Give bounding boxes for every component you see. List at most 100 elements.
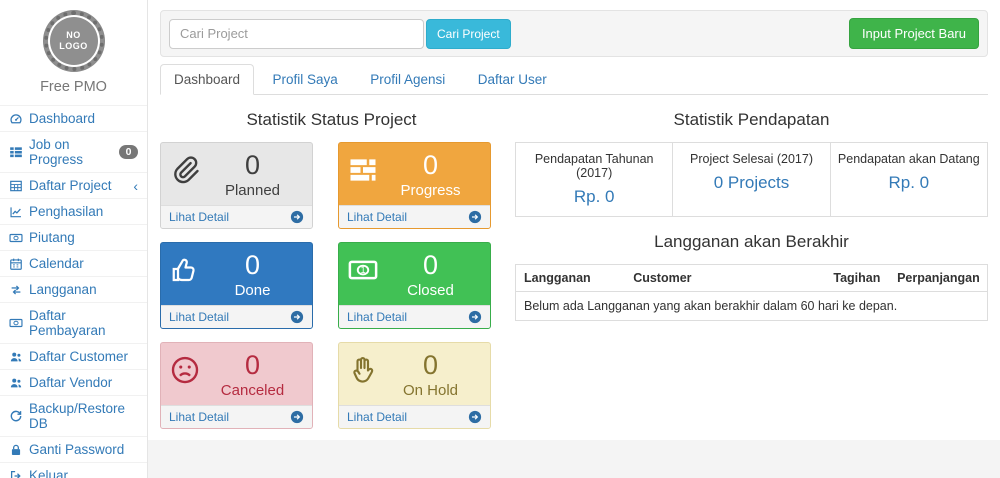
income-stats-table: Pendapatan Tahunan (2017) Rp. 0 Project … (515, 142, 988, 217)
planned-label: Planned (202, 182, 303, 199)
canceled-label: Canceled (202, 382, 303, 399)
sidebar-item-job-on-progress[interactable]: Job on Progress 0 (0, 131, 147, 172)
sidebar-item-langganan[interactable]: Langganan (0, 276, 147, 302)
logo-text-line1: NO (66, 30, 81, 41)
done-detail-link[interactable]: Lihat Detail (161, 305, 312, 328)
status-card-on-hold: 0 On Hold Lihat Detail (338, 342, 491, 429)
sidebar-item-piutang[interactable]: Piutang (0, 224, 147, 250)
status-card-progress: 0 Progress Lihat Detail (338, 142, 491, 229)
new-project-button[interactable]: Input Project Baru (849, 18, 979, 49)
sidebar-item-label: Job on Progress (29, 137, 113, 167)
retweet-icon (9, 283, 23, 297)
sidebar-item-label: Langganan (29, 282, 97, 297)
sidebar-item-label: Daftar Vendor (29, 375, 112, 390)
closed-label: Closed (380, 282, 481, 299)
sidebar-nav: Dashboard Job on Progress 0 Daftar Proje… (0, 105, 147, 478)
sidebar-item-daftar-vendor[interactable]: Daftar Vendor (0, 369, 147, 395)
subscriptions-table: Langganan Customer Tagihan Perpanjangan … (515, 264, 988, 321)
stat-value-link[interactable]: Rp. 0 (837, 173, 981, 193)
subscriptions-section-title: Langganan akan Berakhir (515, 232, 988, 252)
chevron-left-icon: ‹ (133, 179, 138, 193)
thumbs-up-icon (170, 255, 202, 299)
sidebar-item-label: Daftar Pembayaran (29, 308, 138, 338)
sidebar-item-label: Daftar Project (29, 178, 112, 193)
tab-daftar-user[interactable]: Daftar User (464, 64, 561, 95)
sidebar-item-ganti-password[interactable]: Ganti Password (0, 436, 147, 462)
sidebar-item-label: Ganti Password (29, 442, 124, 457)
no-logo-badge: NO LOGO (44, 11, 104, 71)
app-window: NO LOGO Free PMO Dashboard Job on Progre… (0, 0, 1000, 478)
on-hold-label: On Hold (380, 382, 481, 399)
line-chart-icon (9, 205, 23, 219)
canceled-detail-link[interactable]: Lihat Detail (161, 405, 312, 428)
search-bar: Cari Project Input Project Baru (160, 10, 988, 57)
planned-count: 0 (202, 151, 303, 181)
sidebar-item-label: Keluar (29, 468, 68, 478)
sidebar-item-daftar-pembayaran[interactable]: Daftar Pembayaran (0, 302, 147, 343)
logo-text-line2: LOGO (59, 41, 88, 52)
refresh-icon (9, 409, 23, 423)
dashboard-columns: Statistik Status Project 0 Planned (160, 95, 988, 429)
money-icon (9, 231, 23, 245)
closed-detail-link[interactable]: Lihat Detail (339, 305, 490, 328)
arrow-circle-right-icon (290, 410, 304, 424)
planned-detail-link[interactable]: Lihat Detail (161, 205, 312, 228)
sidebar: NO LOGO Free PMO Dashboard Job on Progre… (0, 0, 148, 478)
sidebar-item-daftar-customer[interactable]: Daftar Customer (0, 343, 147, 369)
money-bill-icon (348, 255, 380, 299)
sidebar-item-keluar[interactable]: Keluar (0, 462, 147, 478)
sidebar-item-penghasilan[interactable]: Penghasilan (0, 198, 147, 224)
stat-value-link[interactable]: 0 Projects (679, 173, 823, 193)
sidebar-item-label: Backup/Restore DB (29, 401, 138, 431)
calendar-icon (9, 257, 23, 271)
content-row: NO LOGO Free PMO Dashboard Job on Progre… (0, 0, 1000, 478)
progress-count: 0 (380, 151, 481, 181)
logo-area: NO LOGO Free PMO (0, 0, 147, 105)
sidebar-item-calendar[interactable]: Calendar (0, 250, 147, 276)
stat-pendapatan-akan-datang: Pendapatan akan Datang Rp. 0 (831, 143, 987, 216)
col-customer: Customer (633, 271, 833, 285)
col-tagihan: Tagihan (833, 271, 897, 285)
done-count: 0 (202, 251, 303, 281)
tab-bar: Dashboard Profil Saya Profil Agensi Daft… (160, 64, 988, 95)
arrow-circle-right-icon (468, 410, 482, 424)
status-card-done: 0 Done Lihat Detail (160, 242, 313, 329)
status-card-closed: 0 Closed Lihat Detail (338, 242, 491, 329)
arrow-circle-right-icon (290, 210, 304, 224)
sidebar-item-label: Calendar (29, 256, 84, 271)
income-section: Statistik Pendapatan Pendapatan Tahunan … (515, 95, 988, 429)
search-input[interactable] (169, 19, 424, 49)
sidebar-item-daftar-project[interactable]: Daftar Project ‹ (0, 172, 147, 198)
closed-count: 0 (380, 251, 481, 281)
sidebar-item-backup-restore-db[interactable]: Backup/Restore DB (0, 395, 147, 436)
on-hold-detail-link[interactable]: Lihat Detail (339, 405, 490, 428)
subscriptions-table-header: Langganan Customer Tagihan Perpanjangan (516, 265, 987, 292)
users-icon (9, 350, 23, 364)
stat-project-selesai: Project Selesai (2017) 0 Projects (673, 143, 830, 216)
sidebar-item-dashboard[interactable]: Dashboard (0, 105, 147, 131)
tab-profil-agensi[interactable]: Profil Agensi (356, 64, 459, 95)
main-content: Cari Project Input Project Baru Dashboar… (148, 0, 1000, 440)
hand-paper-icon (348, 355, 380, 399)
sidebar-item-label: Dashboard (29, 111, 95, 126)
stat-value-link[interactable]: Rp. 0 (522, 187, 666, 207)
progress-detail-link[interactable]: Lihat Detail (339, 205, 490, 228)
search-button[interactable]: Cari Project (426, 19, 511, 49)
list-bars-icon (9, 145, 23, 159)
status-card-canceled: 0 Canceled Lihat Detail (160, 342, 313, 429)
money-icon (9, 316, 23, 330)
col-langganan: Langganan (524, 271, 633, 285)
sidebar-item-label: Penghasilan (29, 204, 103, 219)
sidebar-item-label: Piutang (29, 230, 75, 245)
count-badge: 0 (119, 145, 138, 160)
tab-dashboard[interactable]: Dashboard (160, 64, 254, 95)
status-card-planned: 0 Planned Lihat Detail (160, 142, 313, 229)
col-perpanjangan: Perpanjangan (897, 271, 979, 285)
gauge-icon (9, 112, 23, 126)
lock-icon (9, 443, 23, 457)
status-section: Statistik Status Project 0 Planned (160, 95, 503, 429)
status-cards: 0 Planned Lihat Detail (160, 142, 503, 429)
done-label: Done (202, 282, 303, 299)
brand-name: Free PMO (0, 79, 147, 95)
tab-profil-saya[interactable]: Profil Saya (259, 64, 352, 95)
